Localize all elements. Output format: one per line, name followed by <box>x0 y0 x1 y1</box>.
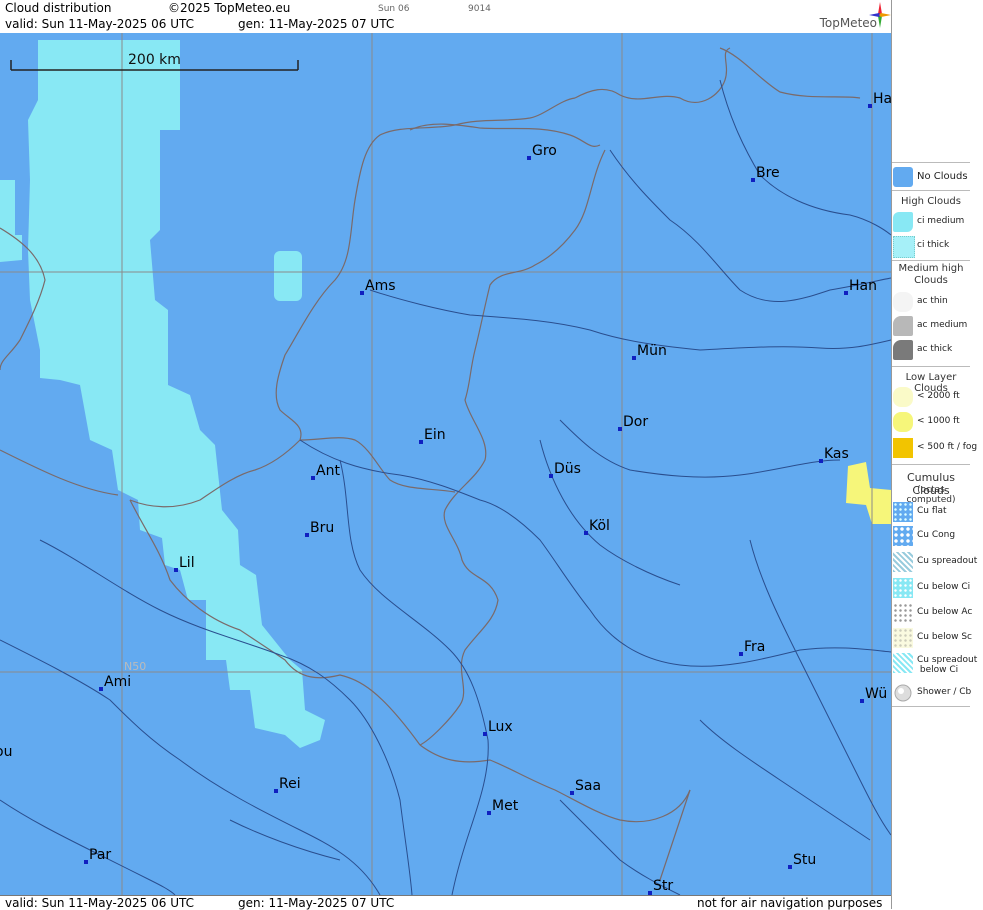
cloud-map[interactable]: 200 km N50 Gro Bre Ha Ams Han Mün Ein Dor Ant Düs… <box>0 33 891 895</box>
city-label: Köl <box>589 518 610 534</box>
disclaimer-text: not for air navigation purposes <box>697 896 883 910</box>
legend-cu-spread-below-ci: Cu spreadout below Ci <box>892 652 977 680</box>
city-marker <box>527 156 531 160</box>
city-label: Stu <box>793 852 816 868</box>
city-label: Mün <box>637 343 667 359</box>
city-marker <box>618 427 622 431</box>
scale-label: 200 km <box>128 52 181 68</box>
legend-cu-flat: Cu flat <box>892 501 972 523</box>
city-marker <box>868 104 872 108</box>
city-label: Kas <box>824 446 849 462</box>
legend-ci-medium: ci medium <box>892 211 972 233</box>
legend-medium-title: Medium high Clouds <box>898 263 964 286</box>
city-label: Bre <box>756 165 780 181</box>
city-marker <box>419 440 423 444</box>
map-footer: valid: Sun 11-May-2025 06 UTC gen: 11-Ma… <box>0 895 891 910</box>
legend-low-1000: < 1000 ft <box>892 411 972 433</box>
legend-ac-thin: ac thin <box>892 291 972 313</box>
legend-panel: No Clouds High Clouds ci medium ci thick… <box>891 0 983 909</box>
footer-generated-time: gen: 11-May-2025 07 UTC <box>238 896 395 910</box>
city-marker <box>549 474 553 478</box>
legend-ac-thick: ac thick <box>892 339 972 361</box>
legend-high-title: High Clouds <box>901 196 961 207</box>
valid-time: valid: Sun 11-May-2025 06 UTC <box>5 17 194 31</box>
legend-cu-below-ac: Cu below Ac <box>892 602 972 624</box>
legend-ac-medium: ac medium <box>892 315 972 337</box>
city-label: Ams <box>365 278 396 294</box>
city-label: Rei <box>279 776 301 792</box>
legend-cu-below-sc: Cu below Sc <box>892 627 972 649</box>
map-title: Cloud distribution <box>5 1 112 15</box>
shower-cloud-icon <box>894 684 912 702</box>
legend-cu-below-ci: Cu below Ci <box>892 577 972 599</box>
city-marker <box>632 356 636 360</box>
city-marker <box>84 860 88 864</box>
city-marker <box>360 291 364 295</box>
city-label: Bru <box>310 520 334 536</box>
legend-no-clouds: No Clouds <box>892 166 972 188</box>
city-label: Saa <box>575 778 601 794</box>
city-marker <box>751 178 755 182</box>
city-label: Ami <box>104 674 131 690</box>
city-marker <box>274 789 278 793</box>
legend-ci-thick: ci thick <box>892 235 972 258</box>
generated-time: gen: 11-May-2025 07 UTC <box>238 17 395 31</box>
city-label: ou <box>0 744 12 760</box>
city-marker <box>584 531 588 535</box>
city-marker <box>570 791 574 795</box>
city-marker <box>788 865 792 869</box>
topmeteo-logo: TopMeteo <box>820 2 891 30</box>
legend-cu-spread: Cu spreadout <box>892 551 977 573</box>
legend-low-2000: < 2000 ft <box>892 386 972 408</box>
city-marker <box>99 687 103 691</box>
city-label: Fra <box>744 639 765 655</box>
city-marker <box>844 291 848 295</box>
city-label: Met <box>492 798 519 814</box>
legend-low-500: < 500 ft / fog <box>892 437 977 459</box>
city-marker <box>819 459 823 463</box>
city-label: Ha <box>873 91 891 107</box>
day-code: Sun 06 <box>378 4 410 14</box>
city-marker <box>487 811 491 815</box>
latitude-label: N50 <box>124 660 146 673</box>
city-marker <box>305 533 309 537</box>
map-header: Cloud distribution ©2025 TopMeteo.eu Sun… <box>0 0 891 34</box>
city-marker <box>311 476 315 480</box>
legend-shower: Shower / Cb <box>892 682 972 704</box>
footer-valid-time: valid: Sun 11-May-2025 06 UTC <box>5 896 194 910</box>
legend-cu-cong: Cu Cong <box>892 525 972 547</box>
city-marker <box>860 699 864 703</box>
city-marker <box>174 568 178 572</box>
city-label: Dor <box>623 414 648 430</box>
city-label: Düs <box>554 461 581 477</box>
city-marker <box>483 732 487 736</box>
city-label: Ant <box>316 463 340 479</box>
run-code: 9014 <box>468 4 491 14</box>
city-label: Wü <box>865 686 887 702</box>
city-label: Lux <box>488 719 513 735</box>
compass-star-icon <box>869 2 891 28</box>
city-label: Han <box>849 278 877 294</box>
city-label: Par <box>89 847 111 863</box>
city-label: Lil <box>179 555 195 571</box>
city-marker <box>739 652 743 656</box>
city-label: Str <box>653 878 673 894</box>
city-label: Gro <box>532 143 557 159</box>
city-label: Ein <box>424 427 446 443</box>
copyright-text: ©2025 TopMeteo.eu <box>168 1 291 15</box>
